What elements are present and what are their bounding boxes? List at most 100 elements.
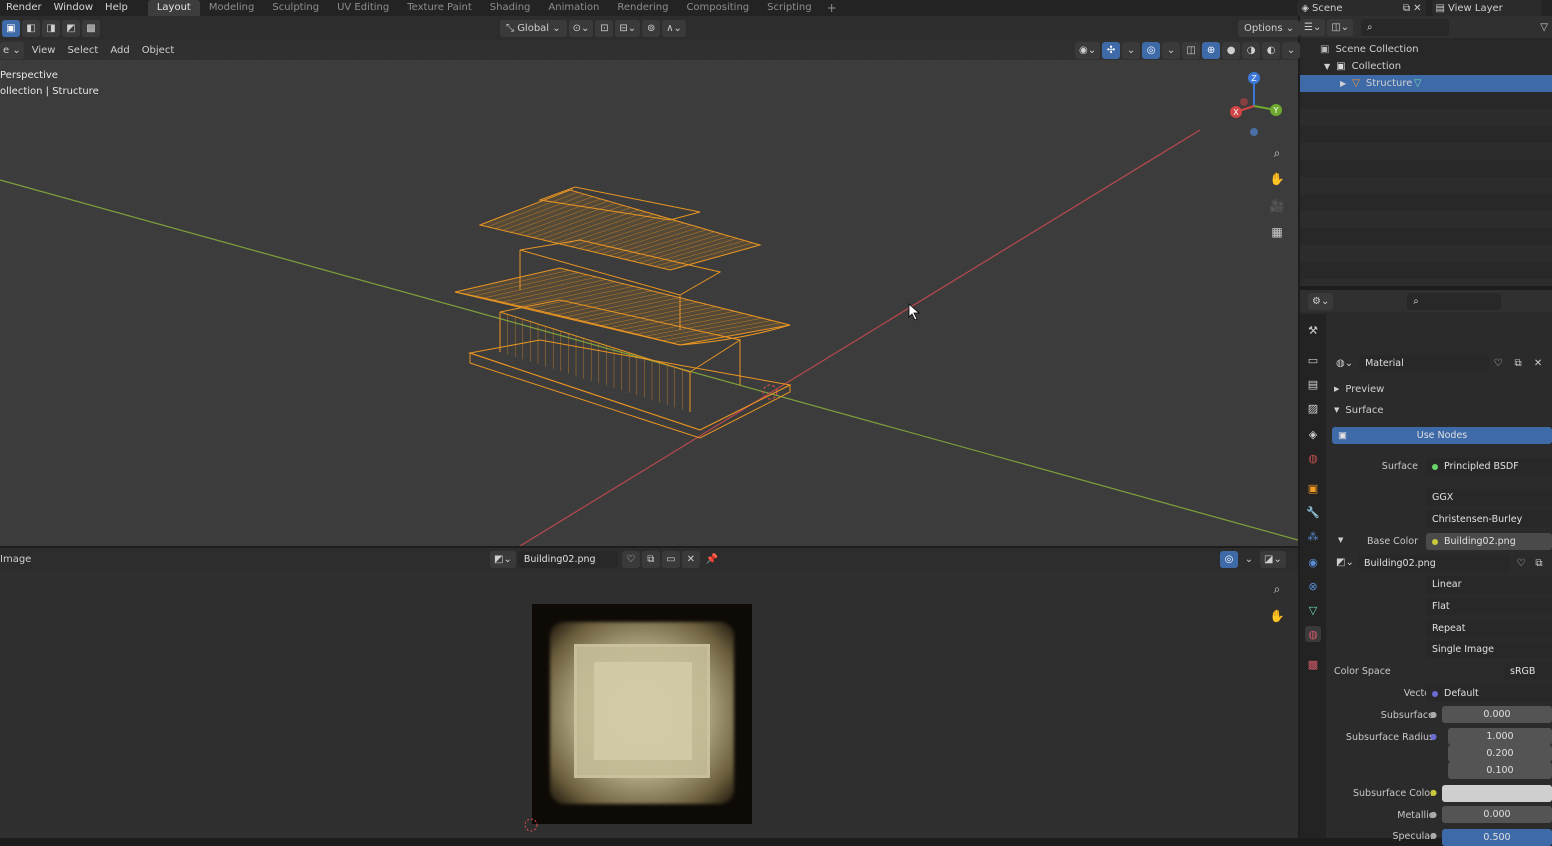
select-mode-subtract-icon[interactable]: ◨: [42, 19, 60, 37]
outliner-item-structure[interactable]: ▶ ▽ Structure ▽: [1300, 75, 1552, 92]
navigation-gizmo[interactable]: Z Y X: [1222, 70, 1292, 140]
filter-icon[interactable]: ▽: [1540, 22, 1548, 33]
image-browse-icon[interactable]: ◩⌄: [1332, 554, 1358, 571]
display-mode-icon[interactable]: ◫⌄: [1327, 18, 1354, 36]
expand-arrow-icon[interactable]: ▼: [1324, 62, 1330, 71]
tab-uv-editing[interactable]: UV Editing: [328, 0, 398, 16]
render-tab-icon[interactable]: ▭: [1305, 352, 1321, 368]
metallic-value-field[interactable]: 0.000: [1442, 806, 1552, 823]
xray-icon[interactable]: ◫: [1182, 41, 1201, 59]
gizmo-neg-x-axis[interactable]: [1240, 98, 1248, 106]
fake-user-icon[interactable]: ♡: [621, 550, 640, 568]
wireframe-shading-icon[interactable]: ⊕: [1202, 41, 1221, 59]
output-tab-icon[interactable]: ▤: [1305, 376, 1321, 392]
mesh-data-icon[interactable]: ▽: [1414, 78, 1422, 89]
tab-rendering[interactable]: Rendering: [608, 0, 677, 16]
particles-tab-icon[interactable]: ⁂: [1305, 528, 1321, 544]
options-dropdown[interactable]: Options ⌄: [1238, 19, 1301, 37]
snap-icon[interactable]: ⊡: [595, 19, 614, 37]
properties-editor-type-icon[interactable]: ⚙⌄: [1308, 292, 1334, 310]
rendered-shading-icon[interactable]: ◐: [1262, 41, 1281, 59]
surface-shader-field[interactable]: Principled BSDF: [1426, 458, 1552, 475]
overlay-dropdown-icon[interactable]: ⌄: [1162, 41, 1181, 59]
proportional-edit-icon[interactable]: ⊚: [642, 19, 661, 37]
pivot-point-icon[interactable]: ⊙⌄: [568, 19, 594, 37]
gizmo-dropdown-icon[interactable]: ⌄: [1122, 41, 1141, 59]
delete-scene-icon[interactable]: ✕: [1413, 3, 1421, 14]
image-zoom-icon[interactable]: ⌕: [1266, 578, 1288, 600]
surface-panel-header[interactable]: ▼ Surface: [1328, 401, 1552, 419]
menu-object[interactable]: Object: [136, 45, 181, 56]
camera-view-icon[interactable]: 🎥: [1266, 195, 1288, 217]
gizmo-neg-z-axis[interactable]: [1250, 128, 1258, 136]
gizmo-icon[interactable]: ✣: [1102, 41, 1121, 59]
select-mode-intersect-icon[interactable]: ▩: [82, 19, 100, 37]
tab-animation[interactable]: Animation: [539, 0, 608, 16]
ortho-perspective-icon[interactable]: ▦: [1266, 221, 1288, 243]
tab-scripting[interactable]: Scripting: [758, 0, 820, 16]
visibility-icon[interactable]: ◉⌄: [1075, 41, 1101, 59]
interpolation-dropdown[interactable]: Linear: [1426, 576, 1552, 593]
new-scene-icon[interactable]: ⧉: [1403, 3, 1410, 14]
image-datablock-field[interactable]: Building02.png: [1358, 555, 1510, 572]
subsurface-color-swatch[interactable]: [1442, 785, 1552, 802]
material-browse-icon[interactable]: ◍⌄: [1332, 355, 1357, 372]
texture-tab-icon[interactable]: ▩: [1305, 656, 1321, 672]
falloff-icon[interactable]: ∧⌄: [662, 19, 686, 37]
overlay-dropdown-icon[interactable]: ⌄: [1240, 551, 1258, 568]
display-channels-icon[interactable]: ◪⌄: [1260, 550, 1286, 568]
zoom-icon[interactable]: ⌕: [1266, 142, 1288, 164]
pagoda-wireframe-object[interactable]: [0, 40, 1298, 546]
image-editor[interactable]: ⌕ ✋: [0, 570, 1298, 838]
subsurface-radius-z-field[interactable]: 0.100: [1448, 762, 1552, 779]
pin-icon[interactable]: 📌: [702, 551, 722, 568]
color-space-dropdown[interactable]: sRGB: [1504, 663, 1552, 680]
overlay-icon[interactable]: ◎: [1142, 41, 1161, 59]
subsurface-radius-x-field[interactable]: 1.000: [1448, 728, 1552, 745]
base-color-field[interactable]: Building02.png: [1426, 533, 1552, 550]
scene-selector[interactable]: ◈ Scene ⧉ ✕: [1297, 0, 1426, 16]
mode-dropdown[interactable]: e ⌄: [0, 41, 24, 59]
subsurface-method-dropdown[interactable]: Christensen-Burley: [1426, 511, 1552, 528]
image-pan-hand-icon[interactable]: ✋: [1266, 605, 1288, 627]
solid-shading-icon[interactable]: ●: [1222, 41, 1241, 59]
outliner-item-collection[interactable]: ▼ ▣ Collection: [1300, 58, 1552, 75]
preview-panel-header[interactable]: ▶ Preview: [1328, 380, 1552, 398]
image-overlay-icon[interactable]: ◎: [1220, 550, 1238, 568]
shading-dropdown-icon[interactable]: ⌄: [1282, 41, 1301, 59]
tab-layout[interactable]: Layout: [147, 0, 200, 16]
world-tab-icon[interactable]: ◍: [1305, 450, 1321, 466]
snap-target-icon[interactable]: ⊟⌄: [615, 19, 641, 37]
select-mode-new-icon[interactable]: ▣: [2, 19, 20, 37]
view-layer-selector[interactable]: ▤ View Layer: [1431, 0, 1542, 16]
tab-shading[interactable]: Shading: [481, 0, 540, 16]
material-shading-icon[interactable]: ◑: [1242, 41, 1261, 59]
tool-tab-icon[interactable]: ⚒: [1305, 322, 1321, 338]
select-mode-extend-icon[interactable]: ◧: [22, 19, 40, 37]
source-dropdown[interactable]: Single Image: [1426, 641, 1552, 658]
projection-dropdown[interactable]: Flat: [1426, 598, 1552, 615]
menu-render[interactable]: Render: [0, 0, 48, 16]
fake-user-icon[interactable]: ♡: [1512, 555, 1530, 572]
distribution-dropdown[interactable]: GGX: [1426, 489, 1552, 506]
vector-field[interactable]: Default: [1426, 685, 1552, 702]
extension-dropdown[interactable]: Repeat: [1426, 620, 1552, 637]
unlink-material-icon[interactable]: ✕: [1529, 355, 1547, 372]
pan-hand-icon[interactable]: ✋: [1266, 168, 1288, 190]
tab-sculpting[interactable]: Sculpting: [263, 0, 328, 16]
data-tab-icon[interactable]: ▽: [1305, 602, 1321, 618]
image-browse-icon[interactable]: ◩⌄: [490, 550, 516, 568]
outliner-item-scene-collection[interactable]: ▣ Scene Collection: [1300, 41, 1552, 58]
menu-window[interactable]: Window: [48, 0, 99, 16]
physics-tab-icon[interactable]: ◉: [1305, 554, 1321, 570]
new-material-icon[interactable]: ⧉: [1509, 355, 1527, 372]
outliner-editor-type-icon[interactable]: ☰⌄: [1300, 18, 1326, 36]
menu-select[interactable]: Select: [61, 45, 104, 56]
scene-tab-icon[interactable]: ◈: [1305, 426, 1321, 442]
view-layer-tab-icon[interactable]: ▨: [1305, 400, 1321, 416]
tab-texture-paint[interactable]: Texture Paint: [398, 0, 481, 16]
transform-orientation-dropdown[interactable]: ⤡ Global ⌄: [500, 19, 567, 37]
menu-view[interactable]: View: [26, 45, 62, 56]
tab-compositing[interactable]: Compositing: [677, 0, 758, 16]
constraints-tab-icon[interactable]: ⊗: [1305, 578, 1321, 594]
